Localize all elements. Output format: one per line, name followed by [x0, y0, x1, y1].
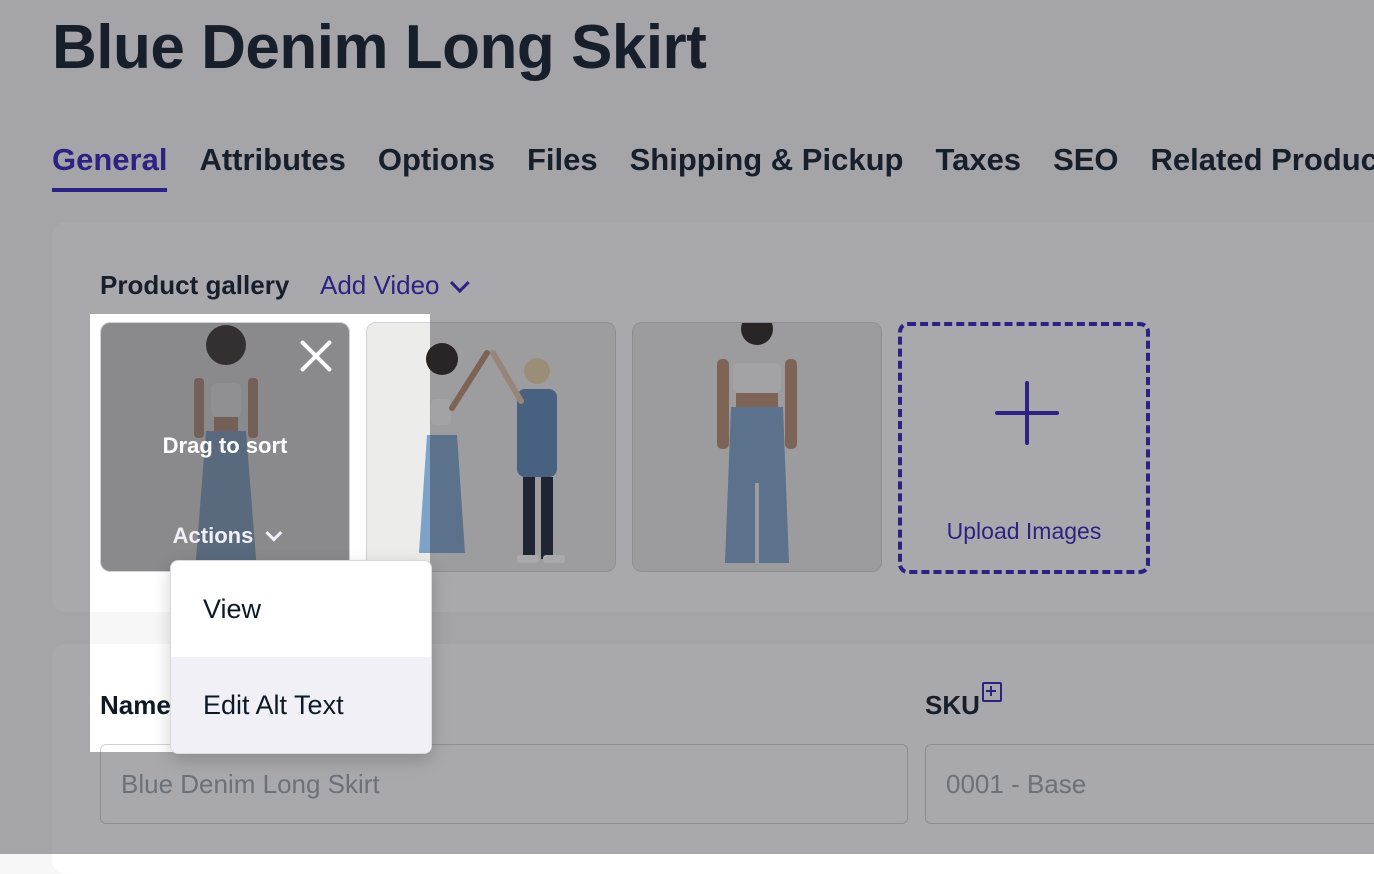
- dim-overlay-right: [430, 314, 1374, 752]
- gallery-thumbnail-1[interactable]: Drag to sort Actions: [100, 322, 350, 572]
- chevron-down-icon: [265, 524, 283, 542]
- actions-menu: View Edit Alt Text: [170, 560, 432, 754]
- drag-to-sort-label: Drag to sort: [162, 433, 288, 458]
- dim-overlay-bottom: [0, 752, 1374, 854]
- dim-overlay-left: [0, 314, 90, 752]
- close-icon[interactable]: [299, 339, 333, 373]
- name-field-label: Name: [100, 690, 171, 720]
- dim-overlay-top: [0, 0, 1374, 314]
- actions-label: Actions: [172, 523, 254, 548]
- menu-item-edit-alt-text[interactable]: Edit Alt Text: [171, 657, 431, 753]
- menu-item-view[interactable]: View: [171, 561, 431, 657]
- actions-dropdown-button[interactable]: Actions: [101, 523, 349, 549]
